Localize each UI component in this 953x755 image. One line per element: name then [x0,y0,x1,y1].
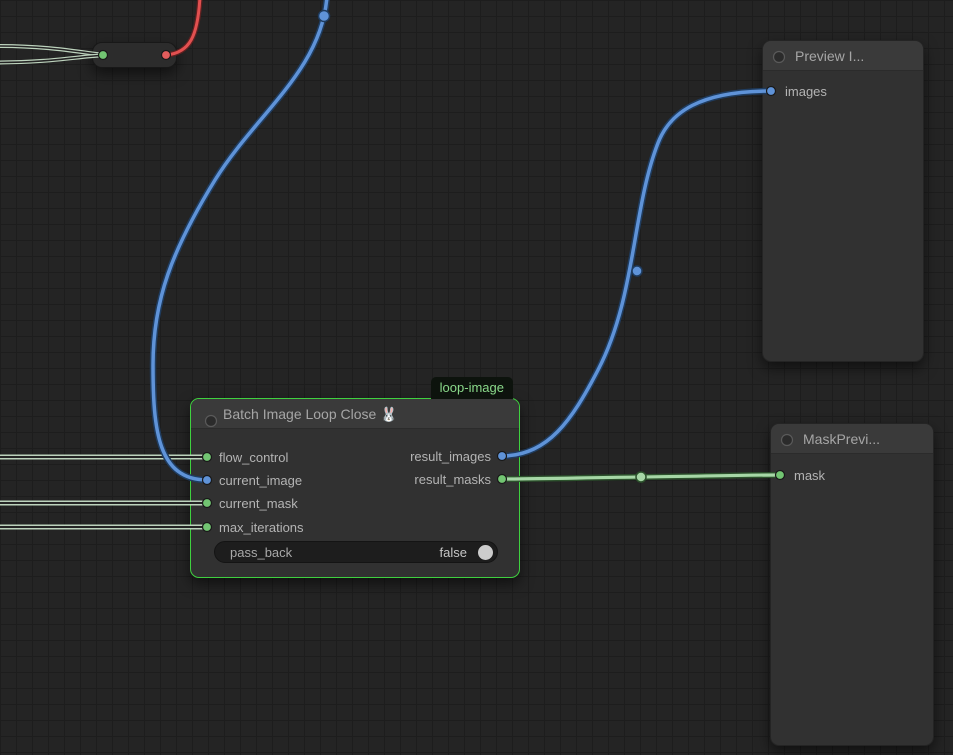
link-result-images-to-images [502,91,771,456]
node-title: Preview I... [795,48,864,64]
node-batch-image-loop-close[interactable]: loop-image Batch Image Loop Close 🐰 flow… [190,398,520,578]
input-slot-mask: mask [794,467,825,485]
preview-image-title-bar[interactable]: Preview I... [763,41,923,71]
widget-label: pass_back [230,544,292,561]
loop-close-title-bar[interactable]: Batch Image Loop Close 🐰 [191,399,519,429]
input-label: current_image [219,473,302,488]
pass-back-toggle[interactable]: pass_back false [214,541,498,563]
link-to-collapsed-node-lower [0,56,101,63]
widget-value: false [440,544,467,561]
node-badge: loop-image [431,377,513,399]
output-slot-result-masks: result_masks [414,471,491,489]
input-slot-max-iterations: max_iterations [219,519,304,537]
node-title: MaskPrevi... [803,431,880,447]
input-label: max_iterations [219,520,304,535]
node-title: Batch Image Loop Close 🐰 [223,406,398,422]
toggle-knob-icon [478,545,493,560]
input-slot-images: images [785,83,827,101]
link-result-masks-to-mask [502,475,780,479]
link-to-collapsed-node-upper [0,46,101,55]
node-mask-preview[interactable]: MaskPrevi... mask [770,423,934,746]
input-label: images [785,84,827,99]
input-label: current_mask [219,496,298,511]
link-midpoint-dot-green [636,472,646,482]
mask-preview-title-bar[interactable]: MaskPrevi... [771,424,933,454]
node-graph-canvas[interactable]: Preview I... images MaskPrevi... mask lo… [0,0,953,755]
input-slot-flow-control: flow_control [219,449,288,467]
node-collapsed[interactable] [92,42,177,68]
output-slot-result-images: result_images [410,448,491,466]
link-midpoint-dot-blue-top [319,11,330,22]
node-preview-image[interactable]: Preview I... images [762,40,924,362]
input-label: flow_control [219,450,288,465]
link-midpoint-dot-blue [632,266,642,276]
input-slot-current-image: current_image [219,472,302,490]
output-label: result_masks [414,472,491,487]
input-label: mask [794,468,825,483]
output-label: result_images [410,449,491,464]
input-slot-current-mask: current_mask [219,495,298,513]
